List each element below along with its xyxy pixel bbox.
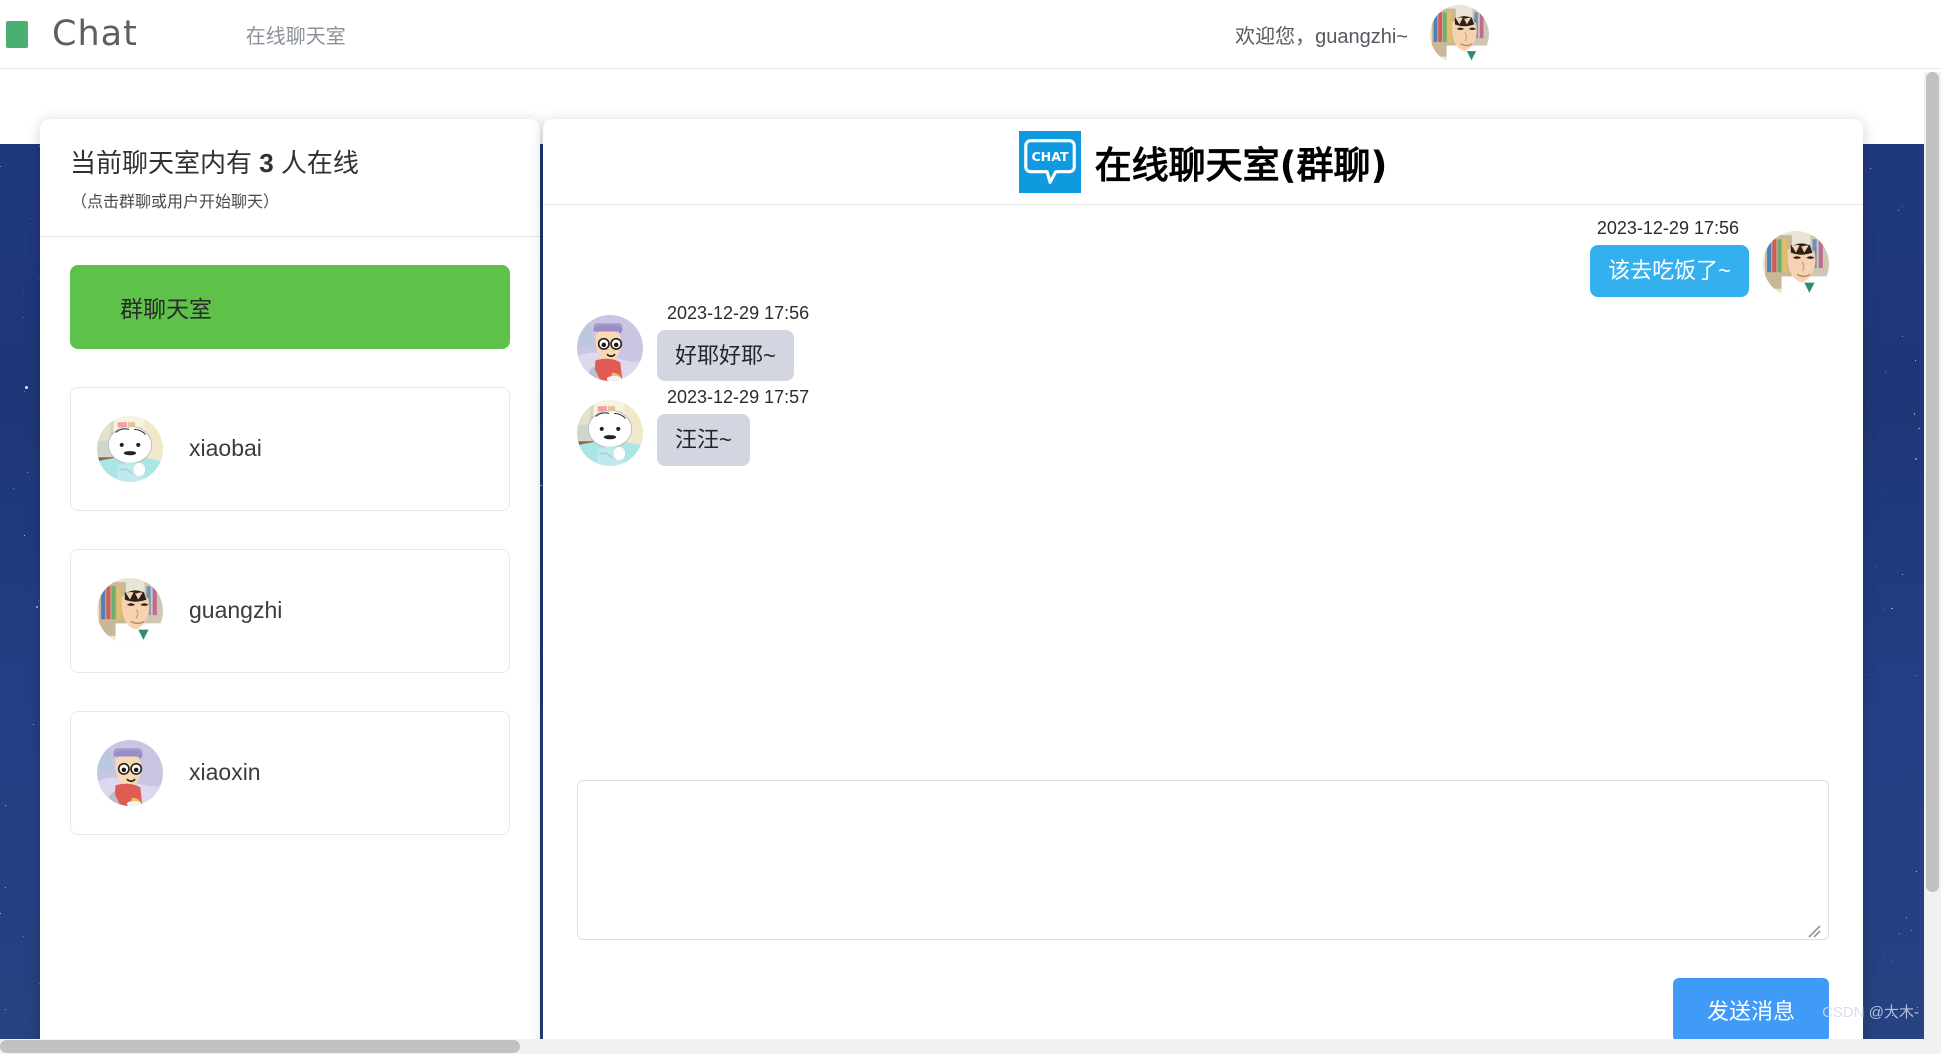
message-timestamp: 2023-12-29 17:56 xyxy=(667,302,810,323)
xiaobai-avatar-icon[interactable] xyxy=(577,399,643,466)
message-bubble: 好耶好耶~ xyxy=(657,329,794,381)
chat-panel: CHAT 在线聊天室(群聊) 2023-12-29 17:56 该去吃饭了~ 2… xyxy=(543,119,1863,1054)
online-hint-text: （点击群聊或用户开始聊天） xyxy=(71,193,280,211)
page-content: 当前聊天室内有 3 人在线 （点击群聊或用户开始聊天） 群聊天室 xiaobai… xyxy=(0,72,1941,1054)
online-suffix-text: 人在线 xyxy=(273,148,359,178)
xiaoxin-avatar-icon[interactable] xyxy=(577,315,643,381)
app-logo-icon xyxy=(6,20,28,48)
chat-bubble-logo-icon: CHAT xyxy=(1018,130,1081,193)
message-row: 2023-12-29 17:56 该去吃饭了~ xyxy=(577,218,1829,297)
sidebar-item-xiaobai[interactable]: xiaobai xyxy=(70,386,510,511)
csdn-watermark: CSDN @大木- xyxy=(1822,1004,1919,1021)
navbar-user-area: 欢迎您，guangzhi~ xyxy=(1235,4,1941,64)
sidebar-header: 当前聊天室内有 3 人在线 （点击群聊或用户开始聊天） xyxy=(40,119,540,237)
xiaoxin-avatar-icon xyxy=(97,739,163,806)
composer-area: 发送消息 xyxy=(543,780,1863,1042)
guangzhi-avatar-icon[interactable] xyxy=(1763,230,1829,297)
message-content: 2023-12-29 17:56 好耶好耶~ xyxy=(657,302,810,381)
online-count-title: 当前聊天室内有 3 人在线 xyxy=(40,147,540,180)
sidebar-item-label: xiaobai xyxy=(189,435,262,461)
message-bubble: 该去吃饭了~ xyxy=(1590,245,1749,297)
sidebar-item-group-room[interactable]: 群聊天室 xyxy=(70,264,510,349)
sidebar-item-guangzhi[interactable]: guangzhi xyxy=(70,548,510,673)
message-bubble: 汪汪~ xyxy=(657,414,750,466)
sidebar-item-label: xiaoxin xyxy=(189,759,261,785)
send-message-button[interactable]: 发送消息 xyxy=(1672,978,1829,1042)
message-timestamp: 2023-12-29 17:56 xyxy=(1596,218,1739,238)
horizontal-scrollbar-thumb[interactable] xyxy=(0,1040,520,1053)
guangzhi-avatar-icon xyxy=(97,577,163,644)
app-brand-title: Chat xyxy=(52,14,138,54)
message-content: 2023-12-29 17:57 汪汪~ xyxy=(657,387,809,466)
sidebar-item-label: guangzhi xyxy=(189,597,283,623)
online-users-panel: 当前聊天室内有 3 人在线 （点击群聊或用户开始聊天） 群聊天室 xiaobai… xyxy=(40,119,540,1054)
group-room-label: 群聊天室 xyxy=(120,295,212,322)
sidebar-list: 群聊天室 xiaobai guangzhi xiaoxin xyxy=(40,237,540,835)
vertical-scrollbar-thumb[interactable] xyxy=(1926,72,1939,892)
message-timestamp: 2023-12-29 17:57 xyxy=(667,387,810,407)
welcome-text: 欢迎您，guangzhi~ xyxy=(1235,25,1408,48)
message-content: 2023-12-29 17:56 该去吃饭了~ xyxy=(1590,218,1749,297)
online-count-value: 3 xyxy=(259,148,274,178)
online-prefix-text: 当前聊天室内有 xyxy=(70,148,260,178)
vertical-scrollbar[interactable] xyxy=(1924,72,1941,1040)
svg-text:CHAT: CHAT xyxy=(1031,149,1069,164)
navbar-subtitle[interactable]: 在线聊天室 xyxy=(246,20,346,49)
send-row: 发送消息 xyxy=(577,978,1829,1042)
xiaobai-avatar-icon xyxy=(97,415,163,482)
message-list[interactable]: 2023-12-29 17:56 该去吃饭了~ 2023-12-29 17:56… xyxy=(543,206,1863,718)
top-navbar: Chat 在线聊天室 欢迎您，guangzhi~ xyxy=(0,0,1941,69)
chat-header: CHAT 在线聊天室(群聊) xyxy=(543,119,1863,205)
message-row: 2023-12-29 17:56 好耶好耶~ xyxy=(577,302,1829,381)
message-input[interactable] xyxy=(577,780,1829,940)
chat-room-title: 在线聊天室(群聊) xyxy=(1094,143,1388,187)
guangzhi-avatar-icon[interactable] xyxy=(1430,4,1489,64)
message-row: 2023-12-29 17:57 汪汪~ xyxy=(577,387,1829,466)
sidebar-item-xiaoxin[interactable]: xiaoxin xyxy=(70,710,510,835)
horizontal-scrollbar[interactable] xyxy=(0,1039,1941,1054)
